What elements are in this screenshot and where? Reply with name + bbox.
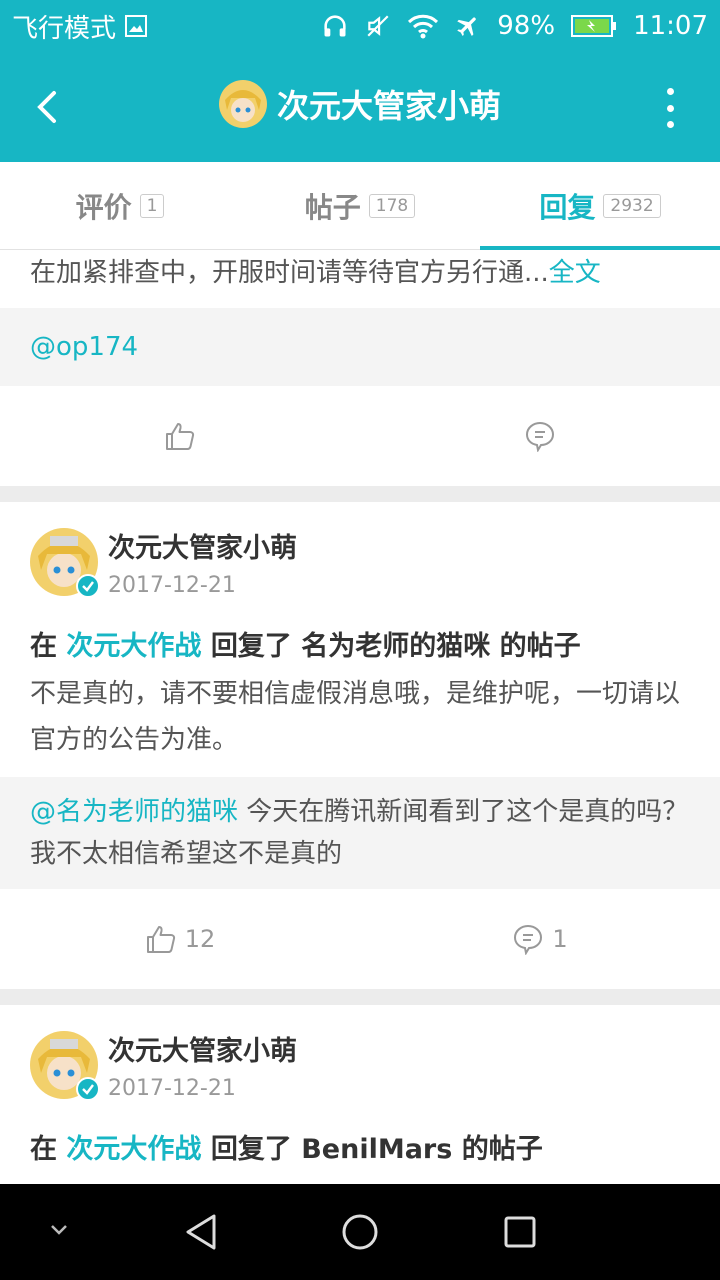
nav-back-icon: [186, 1214, 216, 1250]
comment-button[interactable]: 1: [360, 889, 720, 989]
user-info: 次元大管家小萌 2017-12-21: [108, 1029, 297, 1101]
battery-percent: 98%: [497, 11, 556, 41]
read-more-link[interactable]: 全文: [549, 258, 601, 288]
headline-action: 回复了: [210, 1134, 292, 1165]
user-name: 次元大管家小萌: [108, 533, 297, 564]
reply-body-text: 在加紧排查中，开服时间请等待官方另行通...: [30, 258, 549, 288]
tab-label: 帖子: [304, 190, 361, 224]
nav-down-icon: [51, 1225, 67, 1235]
like-button[interactable]: 12: [0, 889, 360, 989]
tab-count-badge: 2932: [603, 193, 661, 218]
status-bar: 飞行模式 98% 11:07: [0, 0, 720, 52]
user-row[interactable]: 次元大管家小萌 2017-12-21: [0, 1005, 720, 1101]
reply-card: 在加紧排查中，开服时间请等待官方另行通...全文 @op174: [0, 250, 720, 486]
quoted-user-link[interactable]: @名为老师的猫咪: [30, 797, 238, 827]
avatar[interactable]: [30, 1031, 100, 1101]
mute-icon: [365, 13, 391, 39]
clock: 11:07: [633, 11, 708, 41]
reply-card: 次元大管家小萌 2017-12-21 在 次元大作战 回复了 名为老师的猫咪 的…: [0, 502, 720, 989]
headline-target[interactable]: 名为老师的猫咪 的帖子: [301, 631, 580, 662]
more-menu-button[interactable]: [660, 88, 680, 128]
user-info: 次元大管家小萌 2017-12-21: [108, 526, 297, 598]
title-avatar: [218, 80, 267, 128]
tab-label: 评价: [75, 190, 132, 224]
reply-headline: 在 次元大作战 回复了 BenilMars 的帖子: [0, 1101, 720, 1166]
tab-count-badge: 178: [368, 193, 416, 218]
tab-replies[interactable]: 回复 2932: [480, 162, 720, 250]
comment-button[interactable]: [360, 386, 720, 486]
airplane-mode-label: 飞行模式: [12, 13, 117, 44]
post-date: 2017-12-21: [108, 573, 236, 598]
page-title: 次元大管家小萌: [276, 87, 501, 125]
like-button[interactable]: [0, 386, 360, 486]
comment-count: 1: [552, 925, 568, 953]
quoted-user-link[interactable]: @op174: [30, 326, 138, 368]
battery-icon: [571, 14, 617, 38]
nav-back-button[interactable]: [180, 1210, 224, 1254]
comment-icon: [525, 421, 555, 452]
tab-reviews[interactable]: 评价 1: [0, 162, 240, 249]
quoted-reply[interactable]: @名为老师的猫咪 今天在腾讯新闻看到了这个是真的吗？我不太相信希望这不是真的: [0, 777, 720, 889]
thumb-up-icon: [146, 926, 175, 953]
reply-actions: 12 1: [0, 889, 720, 989]
airplane-icon: [455, 13, 481, 39]
user-name: 次元大管家小萌: [108, 1036, 297, 1067]
reply-list[interactable]: 在加紧排查中，开服时间请等待官方另行通...全文 @op174 次元大管家小萌 …: [0, 250, 720, 1184]
reply-body[interactable]: 不是真的，请不要相信虚假消息哦，是维护呢，一切请以官方的公告为准。: [0, 663, 720, 777]
tab-bar: 评价 1 帖子 178 回复 2932: [0, 162, 720, 250]
nav-home-icon: [342, 1214, 378, 1250]
title-wrap: 次元大管家小萌: [0, 80, 720, 128]
nav-home-button[interactable]: [340, 1212, 380, 1252]
reply-body: 在加紧排查中，开服时间请等待官方另行通...全文: [30, 250, 690, 296]
headline-action: 回复了: [210, 631, 292, 662]
wifi-icon: [407, 13, 439, 39]
user-row[interactable]: 次元大管家小萌 2017-12-21: [0, 502, 720, 598]
verified-icon: [76, 1077, 100, 1101]
headline-target[interactable]: BenilMars 的帖子: [301, 1134, 543, 1165]
nav-recent-icon: [504, 1216, 536, 1248]
nav-down-button[interactable]: [44, 1220, 74, 1240]
more-vertical-icon-dot: [666, 121, 674, 128]
reply-actions: [0, 386, 720, 486]
thumb-up-icon: [166, 423, 195, 450]
tab-label: 回复: [539, 190, 596, 224]
like-count: 12: [184, 925, 216, 953]
forum-link[interactable]: 次元大作战: [66, 631, 201, 662]
divider: [0, 989, 720, 1005]
more-vertical-icon-dot: [666, 104, 674, 112]
forum-link[interactable]: 次元大作战: [66, 1134, 201, 1165]
reply-headline: 在 次元大作战 回复了 名为老师的猫咪 的帖子: [0, 598, 720, 663]
divider: [0, 486, 720, 502]
quoted-reply[interactable]: @op174: [0, 308, 720, 386]
verified-icon: [76, 574, 100, 598]
headphones-icon: [321, 12, 349, 40]
post-date: 2017-12-21: [108, 1076, 236, 1101]
reply-card: 次元大管家小萌 2017-12-21 在 次元大作战 回复了 BenilMars…: [0, 1005, 720, 1184]
headline-prefix: 在: [30, 1134, 57, 1165]
nav-recent-button[interactable]: [502, 1214, 538, 1250]
tab-count-badge: 1: [139, 193, 165, 218]
system-nav-bar: [0, 1184, 720, 1280]
app-bar: 次元大管家小萌: [0, 52, 720, 162]
comment-icon: [514, 924, 543, 955]
more-vertical-icon-dot: [666, 88, 674, 95]
image-notification-icon: [124, 14, 148, 38]
tab-posts[interactable]: 帖子 178: [240, 162, 480, 249]
avatar[interactable]: [30, 528, 100, 598]
headline-prefix: 在: [30, 631, 57, 662]
